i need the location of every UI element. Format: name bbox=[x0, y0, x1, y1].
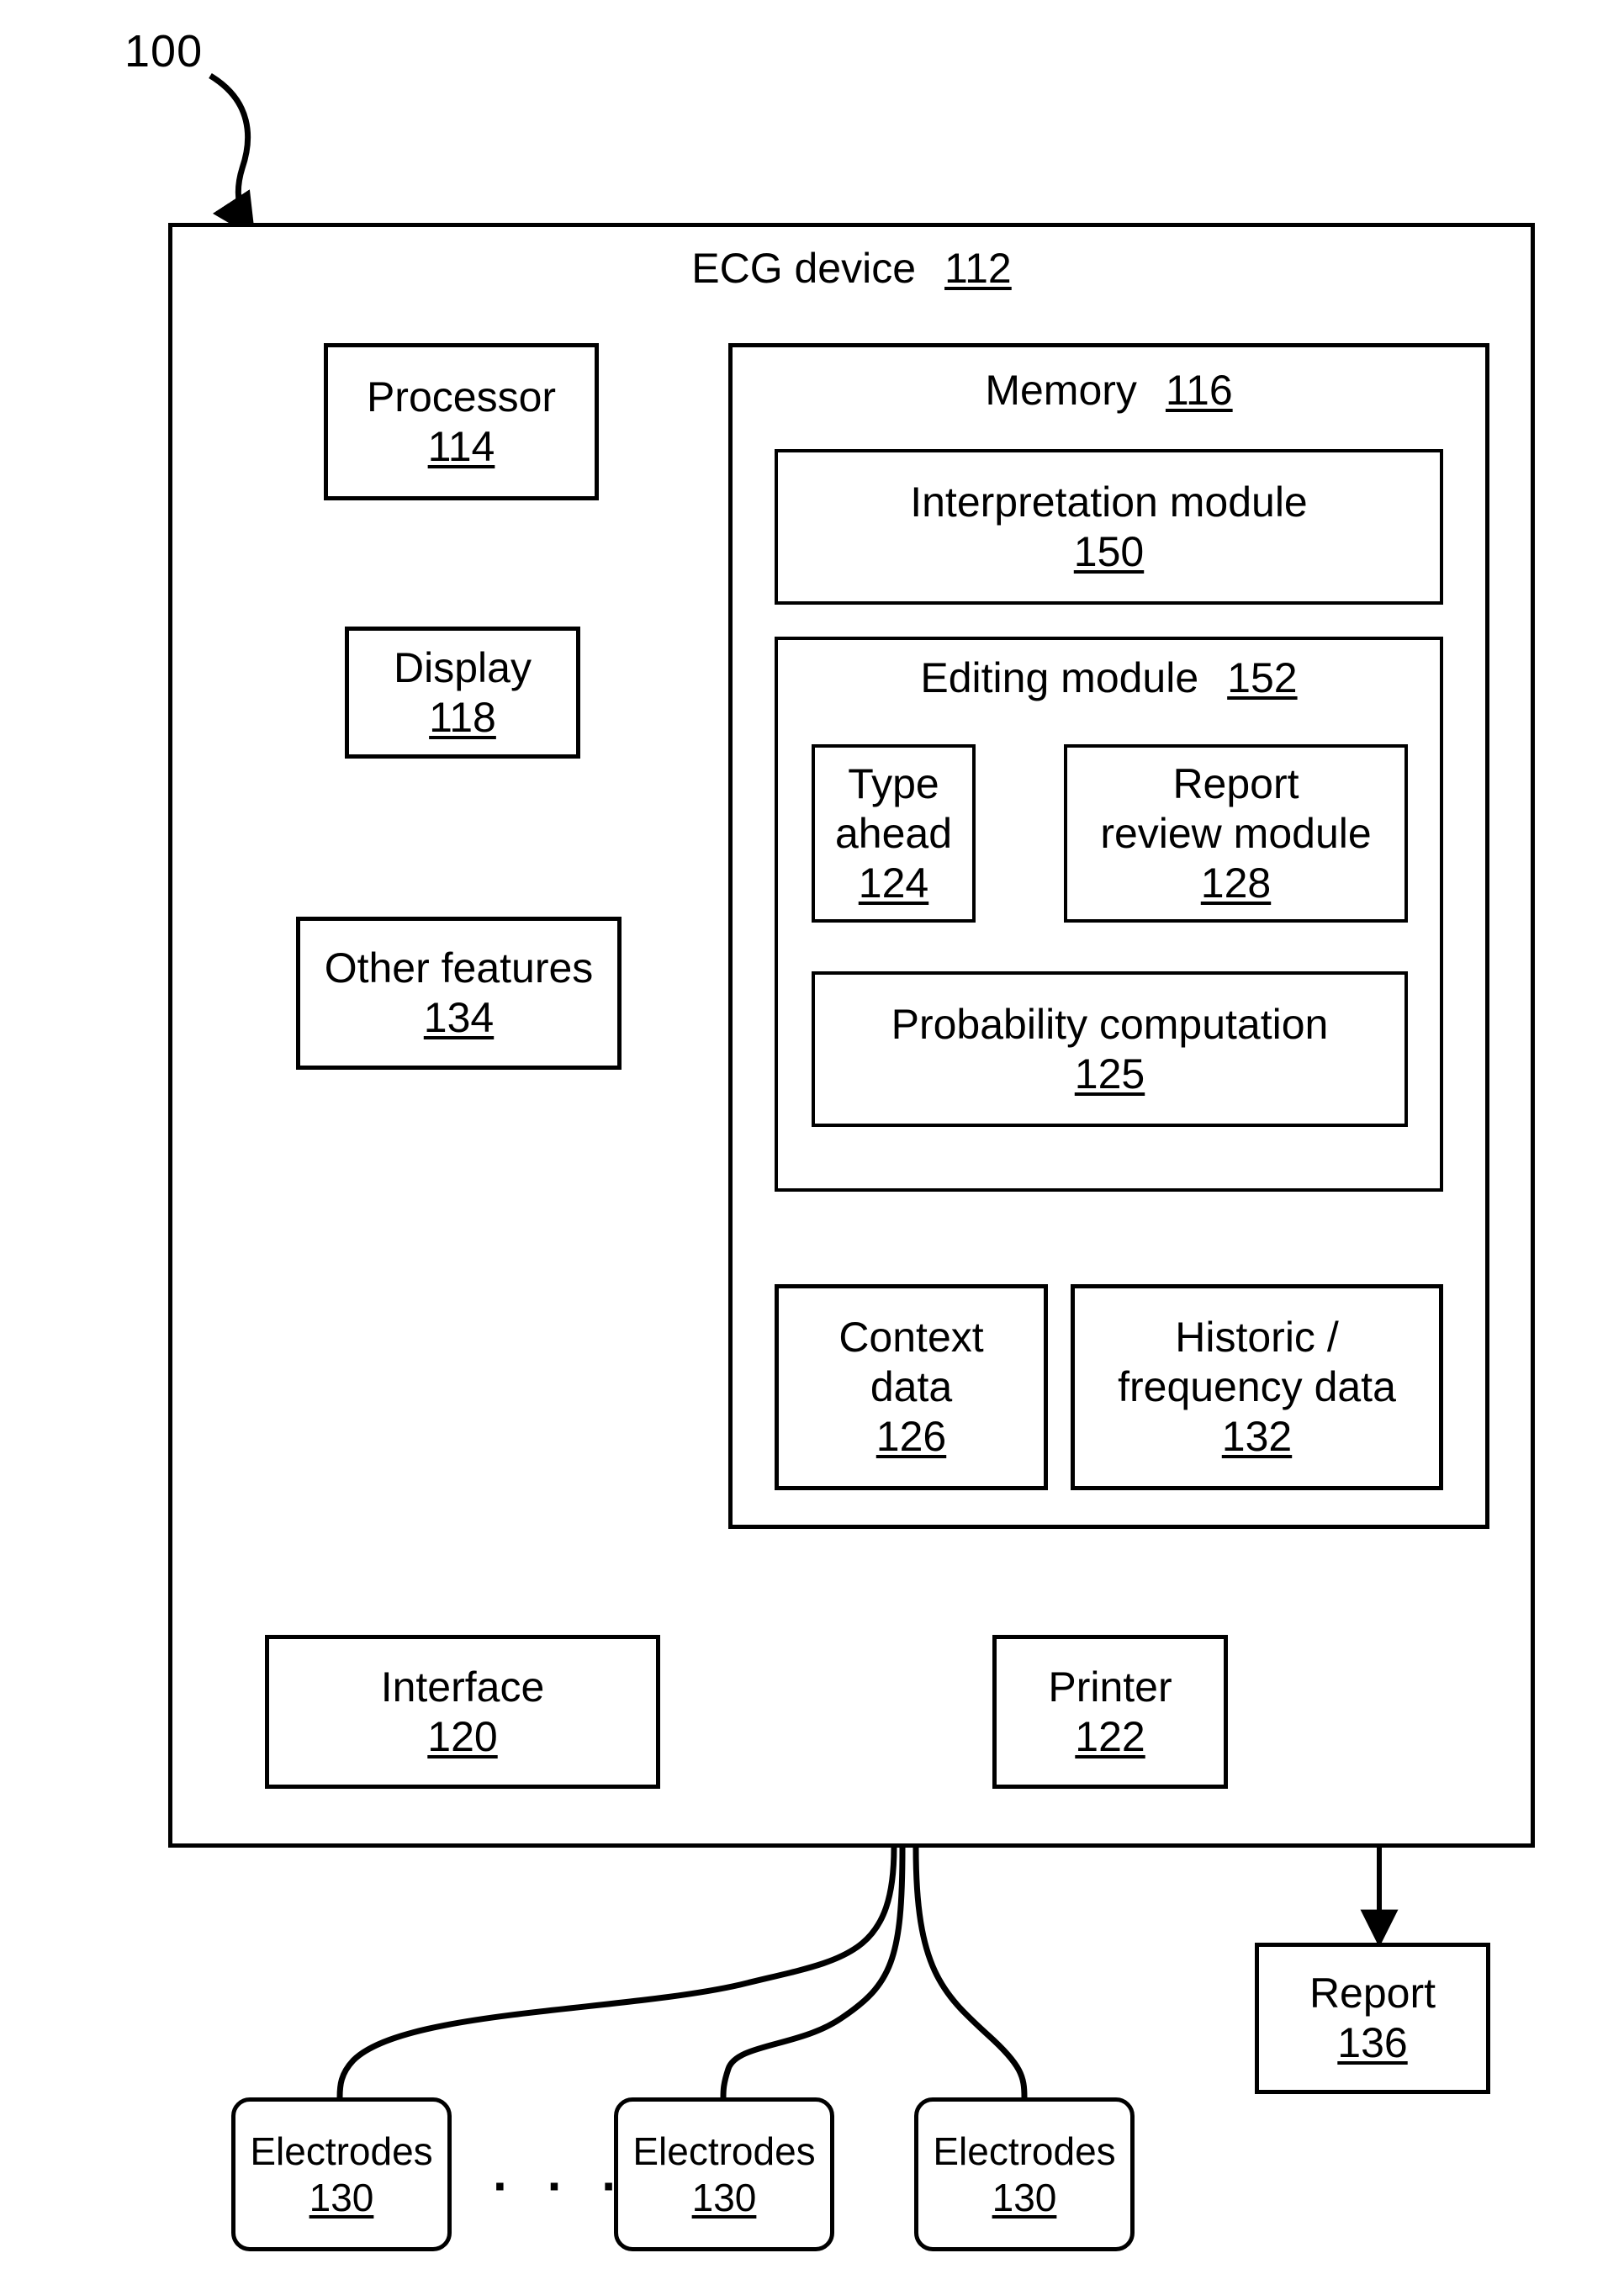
display-block[interactable]: Display 118 bbox=[345, 627, 580, 759]
type-ahead-block[interactable]: Type ahead 124 bbox=[812, 744, 976, 923]
ecg-device-title: ECG device 112 bbox=[168, 244, 1535, 293]
historic-frequency-data-label: Historic / frequency data bbox=[1118, 1314, 1396, 1410]
electrodes-block-3[interactable]: Electrodes 130 bbox=[914, 2097, 1135, 2251]
context-data-number: 126 bbox=[875, 1413, 947, 1460]
interface-number: 120 bbox=[427, 1712, 498, 1760]
probability-computation-label: Probability computation bbox=[891, 1000, 1329, 1048]
processor-block[interactable]: Processor 114 bbox=[324, 343, 599, 500]
interface-label: Interface bbox=[380, 1663, 545, 1711]
processor-number: 114 bbox=[427, 422, 495, 470]
ecg-device-number: 112 bbox=[944, 245, 1012, 292]
other-features-label: Other features bbox=[324, 944, 594, 992]
interface-block[interactable]: Interface 120 bbox=[265, 1635, 660, 1789]
historic-frequency-data-number: 132 bbox=[1221, 1413, 1293, 1460]
report-review-module-number: 128 bbox=[1200, 859, 1272, 907]
historic-frequency-data-block[interactable]: Historic / frequency data 132 bbox=[1071, 1284, 1443, 1490]
editing-module-number: 152 bbox=[1227, 654, 1298, 701]
report-review-module-label: Report review module bbox=[1100, 759, 1372, 857]
other-features-block[interactable]: Other features 134 bbox=[296, 917, 622, 1070]
printer-label: Printer bbox=[1048, 1663, 1172, 1711]
display-label: Display bbox=[394, 643, 532, 691]
report-block[interactable]: Report 136 bbox=[1255, 1943, 1490, 2094]
patent-figure: 100 ECG device 112 Processor 114 Display… bbox=[0, 0, 1624, 2290]
probability-computation-number: 125 bbox=[1074, 1050, 1145, 1097]
report-label: Report bbox=[1309, 1970, 1436, 2017]
electrodes-ellipsis: · · · bbox=[493, 2158, 631, 2214]
electrodes-block-1[interactable]: Electrodes 130 bbox=[231, 2097, 452, 2251]
electrodes-label-3: Electrodes bbox=[933, 2129, 1116, 2174]
context-data-label: Context data bbox=[838, 1314, 984, 1410]
type-ahead-label: Type ahead bbox=[834, 759, 953, 857]
figure-reference-numeral: 100 bbox=[124, 26, 204, 77]
electrodes-number-3: 130 bbox=[992, 2175, 1057, 2219]
interpretation-module-number: 150 bbox=[1073, 527, 1145, 575]
interpretation-module-block[interactable]: Interpretation module 150 bbox=[775, 449, 1443, 605]
context-data-block[interactable]: Context data 126 bbox=[775, 1284, 1048, 1490]
other-features-number: 134 bbox=[423, 994, 495, 1041]
printer-block[interactable]: Printer 122 bbox=[992, 1635, 1228, 1789]
interpretation-module-label: Interpretation module bbox=[910, 478, 1308, 526]
memory-label: Memory bbox=[985, 367, 1137, 414]
printer-number: 122 bbox=[1075, 1712, 1145, 1760]
type-ahead-number: 124 bbox=[858, 859, 929, 907]
electrodes-number-1: 130 bbox=[309, 2175, 374, 2219]
processor-label: Processor bbox=[366, 373, 557, 420]
electrodes-block-2[interactable]: Electrodes 130 bbox=[614, 2097, 834, 2251]
editing-module-label: Editing module bbox=[920, 654, 1199, 701]
memory-number: 116 bbox=[1165, 367, 1233, 414]
probability-computation-block[interactable]: Probability computation 125 bbox=[812, 971, 1408, 1127]
report-review-module-block[interactable]: Report review module 128 bbox=[1064, 744, 1408, 923]
electrodes-number-2: 130 bbox=[691, 2175, 757, 2219]
ecg-device-label: ECG device bbox=[691, 245, 917, 292]
display-number: 118 bbox=[429, 693, 496, 741]
electrodes-label-2: Electrodes bbox=[632, 2129, 816, 2174]
report-number: 136 bbox=[1337, 2019, 1408, 2066]
electrodes-label-1: Electrodes bbox=[250, 2129, 433, 2174]
